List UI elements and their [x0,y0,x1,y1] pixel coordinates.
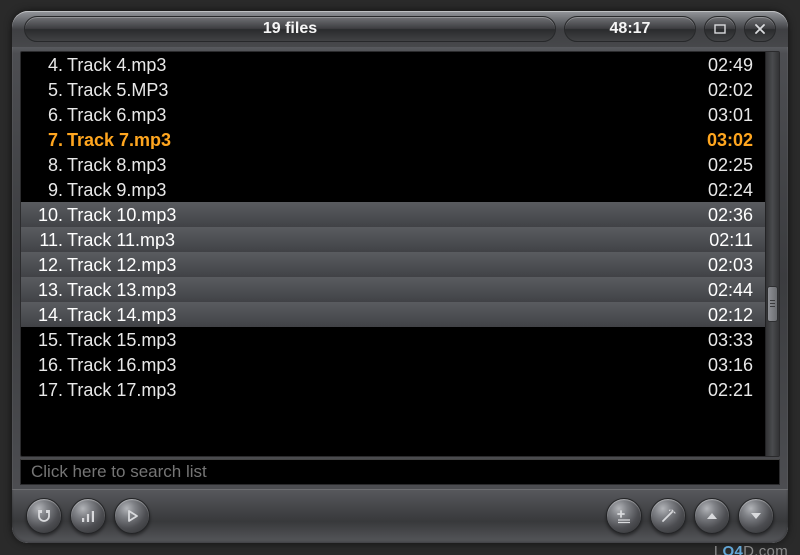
track-name: Track 11.mp3 [67,231,689,249]
track-number: 6. [21,106,67,124]
track-duration: 02:36 [689,206,753,224]
close-icon [753,22,767,36]
track-duration: 02:44 [689,281,753,299]
track-duration: 02:21 [689,381,753,399]
track-name: Track 16.mp3 [67,356,689,374]
search-row [20,459,780,485]
track-row[interactable]: 13. Track 13.mp302:44 [21,277,765,302]
track-number: 5. [21,81,67,99]
search-input[interactable] [31,462,769,482]
playlist-window: 19 files 48:17 4. Track 4.mp302:495. Tra… [12,11,788,543]
track-name: Track 10.mp3 [67,206,689,224]
watermark-accent: O4 [723,543,744,555]
track-row[interactable]: 12. Track 12.mp302:03 [21,252,765,277]
track-name: Track 6.mp3 [67,106,689,124]
title-pill: 19 files [24,16,556,42]
magnet-button[interactable] [26,498,62,534]
track-duration: 03:16 [689,356,753,374]
track-duration: 02:25 [689,156,753,174]
chevron-up-icon [703,507,721,525]
track-row[interactable]: 15. Track 15.mp303:33 [21,327,765,352]
track-name: Track 13.mp3 [67,281,689,299]
track-number: 8. [21,156,67,174]
track-name: Track 9.mp3 [67,181,689,199]
track-row[interactable]: 7. Track 7.mp303:02 [21,127,765,152]
title-bar: 19 files 48:17 [12,11,788,47]
close-button[interactable] [744,16,776,42]
track-row[interactable]: 10. Track 10.mp302:36 [21,202,765,227]
track-number: 9. [21,181,67,199]
track-name: Track 17.mp3 [67,381,689,399]
track-duration: 02:11 [689,231,753,249]
track-name: Track 4.mp3 [67,56,689,74]
scrollbar[interactable] [765,52,779,456]
track-row[interactable]: 6. Track 6.mp303:01 [21,102,765,127]
watermark-prefix: L [714,543,723,555]
add-to-list-icon [615,507,633,525]
track-name: Track 14.mp3 [67,306,689,324]
play-icon [123,507,141,525]
track-list[interactable]: 4. Track 4.mp302:495. Track 5.MP302:026.… [21,52,765,456]
total-duration-label: 48:17 [610,20,651,38]
minimize-button[interactable] [704,16,736,42]
track-name: Track 7.mp3 [67,131,689,149]
track-row[interactable]: 11. Track 11.mp302:11 [21,227,765,252]
add-button[interactable] [606,498,642,534]
total-duration-pill: 48:17 [564,16,696,42]
track-name: Track 5.MP3 [67,81,689,99]
magnet-icon [35,507,53,525]
track-row[interactable]: 8. Track 8.mp302:25 [21,152,765,177]
wand-button[interactable] [650,498,686,534]
playlist-content: 4. Track 4.mp302:495. Track 5.MP302:026.… [12,47,788,489]
track-number: 15. [21,331,67,349]
scrollbar-thumb[interactable] [767,286,778,322]
track-number: 13. [21,281,67,299]
track-duration: 02:49 [689,56,753,74]
minimize-icon [713,22,727,36]
track-row[interactable]: 5. Track 5.MP302:02 [21,77,765,102]
play-button[interactable] [114,498,150,534]
track-name: Track 8.mp3 [67,156,689,174]
track-number: 7. [21,131,67,149]
move-down-button[interactable] [738,498,774,534]
track-name: Track 12.mp3 [67,256,689,274]
track-number: 16. [21,356,67,374]
track-row[interactable]: 17. Track 17.mp302:21 [21,377,765,402]
playlist-wrap: 4. Track 4.mp302:495. Track 5.MP302:026.… [20,51,780,457]
wand-icon [659,507,677,525]
track-name: Track 15.mp3 [67,331,689,349]
file-count-label: 19 files [263,20,317,38]
track-number: 14. [21,306,67,324]
move-up-button[interactable] [694,498,730,534]
track-duration: 03:33 [689,331,753,349]
track-row[interactable]: 4. Track 4.mp302:49 [21,52,765,77]
track-number: 10. [21,206,67,224]
track-duration: 02:12 [689,306,753,324]
track-duration: 03:01 [689,106,753,124]
track-number: 4. [21,56,67,74]
chevron-down-icon [747,507,765,525]
track-duration: 03:02 [689,131,753,149]
equalizer-button[interactable] [70,498,106,534]
track-duration: 02:03 [689,256,753,274]
track-number: 11. [21,231,67,249]
equalizer-icon [79,507,97,525]
track-number: 12. [21,256,67,274]
watermark-suffix: D.com [743,543,788,555]
track-duration: 02:24 [689,181,753,199]
track-row[interactable]: 9. Track 9.mp302:24 [21,177,765,202]
track-row[interactable]: 14. Track 14.mp302:12 [21,302,765,327]
track-number: 17. [21,381,67,399]
track-duration: 02:02 [689,81,753,99]
watermark: LO4D.com [714,543,788,555]
bottom-bar [12,489,788,543]
track-row[interactable]: 16. Track 16.mp303:16 [21,352,765,377]
